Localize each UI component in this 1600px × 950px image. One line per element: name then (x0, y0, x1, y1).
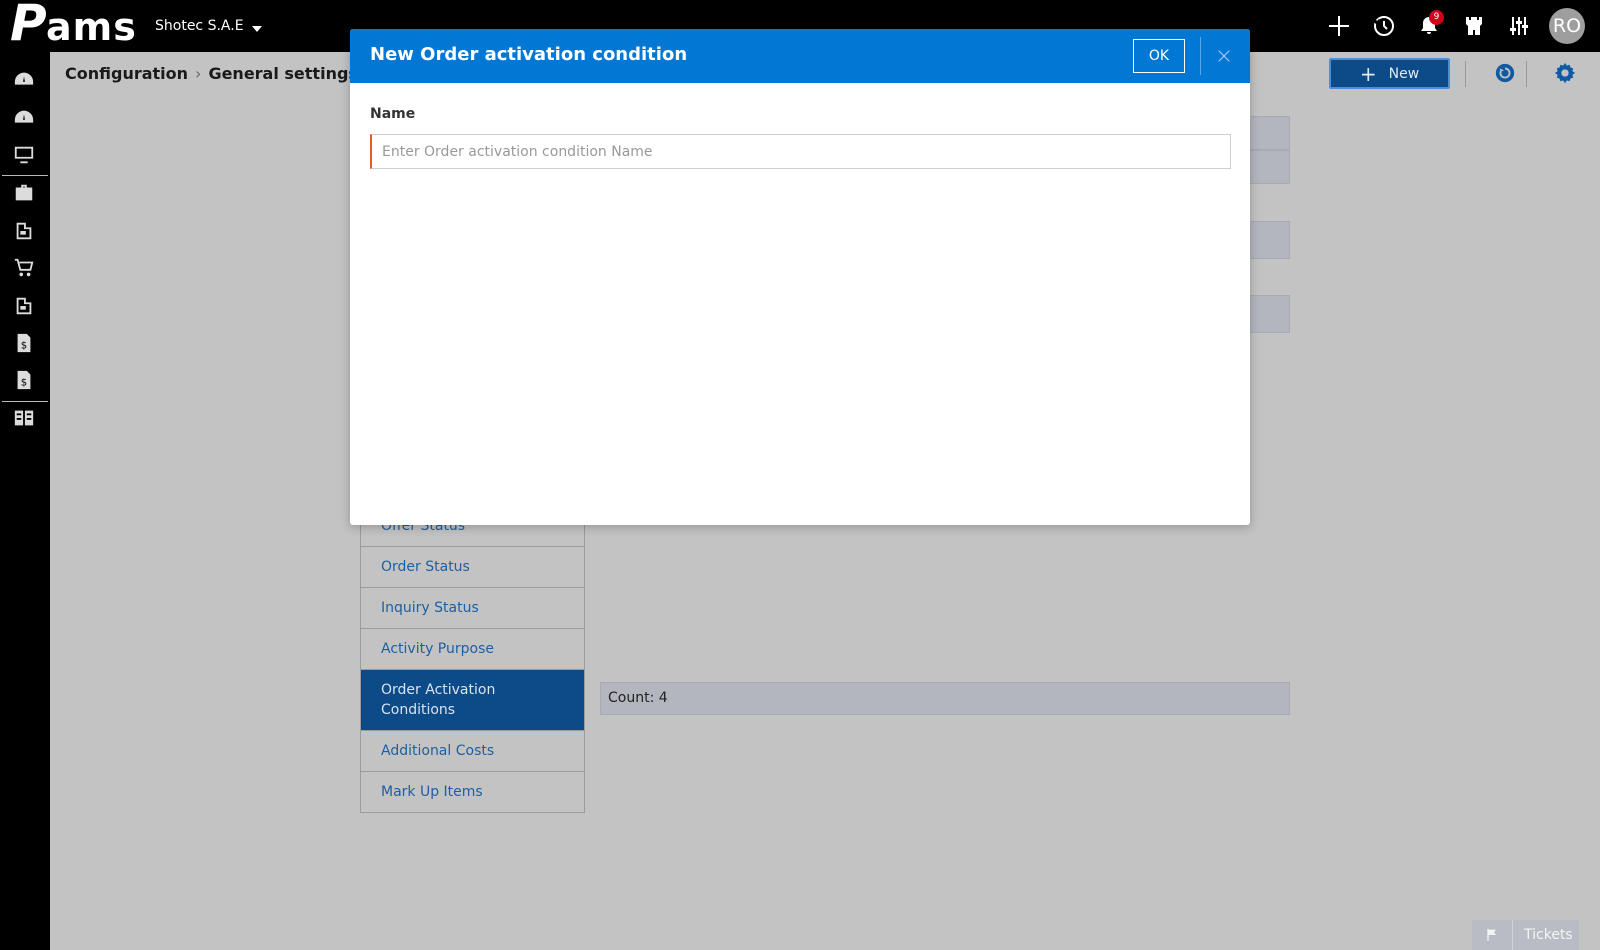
invoice-icon[interactable]: $ (13, 332, 37, 356)
gear-icon[interactable] (1554, 62, 1578, 86)
tickets-button[interactable]: Tickets (1472, 920, 1579, 950)
tickets-label: Tickets (1524, 927, 1573, 943)
company-name: Shotec S.A.E (155, 18, 244, 34)
settings-item-order-activation-conditions[interactable]: Order Activation Conditions (360, 670, 585, 731)
svg-text:$: $ (21, 341, 27, 352)
dashboard-alt-icon[interactable] (13, 107, 37, 131)
reports-icon[interactable] (13, 407, 37, 431)
briefcase-icon[interactable] (13, 182, 37, 206)
header-divider (1200, 37, 1201, 75)
dashboard-icon[interactable] (13, 69, 37, 93)
company-selector[interactable]: Shotec S.A.E (155, 18, 262, 34)
dialog-header: New Order activation condition OK (350, 29, 1250, 83)
payment-icon[interactable]: $ (13, 369, 37, 393)
logo-letter: P (10, 0, 47, 52)
bell-icon[interactable]: 9 (1413, 10, 1445, 42)
record-count: Count: 4 (600, 682, 1290, 715)
close-icon[interactable] (1210, 42, 1238, 70)
monitor-icon[interactable] (13, 144, 37, 168)
flag-icon (1472, 920, 1513, 950)
orders-icon[interactable] (13, 295, 37, 319)
new-order-activation-condition-dialog: New Order activation condition OK Name (350, 29, 1250, 525)
name-field-label: Name (370, 106, 416, 122)
sliders-icon[interactable] (1503, 10, 1535, 42)
cart-icon[interactable] (13, 257, 37, 281)
sidebar-divider (2, 175, 48, 176)
toolbar-divider (1465, 61, 1466, 87)
svg-text:$: $ (21, 378, 27, 389)
refresh-icon[interactable] (1494, 62, 1518, 86)
plus-icon: + (1359, 61, 1377, 86)
sidebar: $ $ (0, 52, 50, 950)
history-icon[interactable] (1368, 10, 1400, 42)
caret-down-icon (251, 26, 262, 32)
user-avatar[interactable]: RO (1549, 8, 1585, 44)
app-logo[interactable]: P ams (10, 0, 136, 52)
ok-button[interactable]: OK (1133, 39, 1185, 73)
sidebar-divider (2, 401, 48, 402)
breadcrumb-item[interactable]: Configuration (65, 64, 188, 83)
add-icon[interactable] (1323, 10, 1355, 42)
settings-item-inquiry-status[interactable]: Inquiry Status (360, 588, 585, 629)
chevron-right-icon: › (195, 64, 202, 83)
settings-item-mark-up-items[interactable]: Mark Up Items (360, 772, 585, 813)
logo-text: ams (46, 5, 137, 49)
new-button[interactable]: + New (1329, 58, 1450, 89)
name-input[interactable] (370, 134, 1231, 169)
breadcrumb-item[interactable]: General settings (208, 64, 358, 83)
dialog-title: New Order activation condition (370, 44, 688, 65)
toolbar-divider (1526, 61, 1527, 87)
settings-item-activity-purpose[interactable]: Activity Purpose (360, 629, 585, 670)
castle-icon[interactable] (1458, 10, 1490, 42)
notification-badge: 9 (1429, 10, 1444, 25)
settings-item-order-status[interactable]: Order Status (360, 547, 585, 588)
new-button-label: New (1388, 65, 1420, 82)
settings-item-additional-costs[interactable]: Additional Costs (360, 731, 585, 772)
documents-icon[interactable] (13, 220, 37, 244)
